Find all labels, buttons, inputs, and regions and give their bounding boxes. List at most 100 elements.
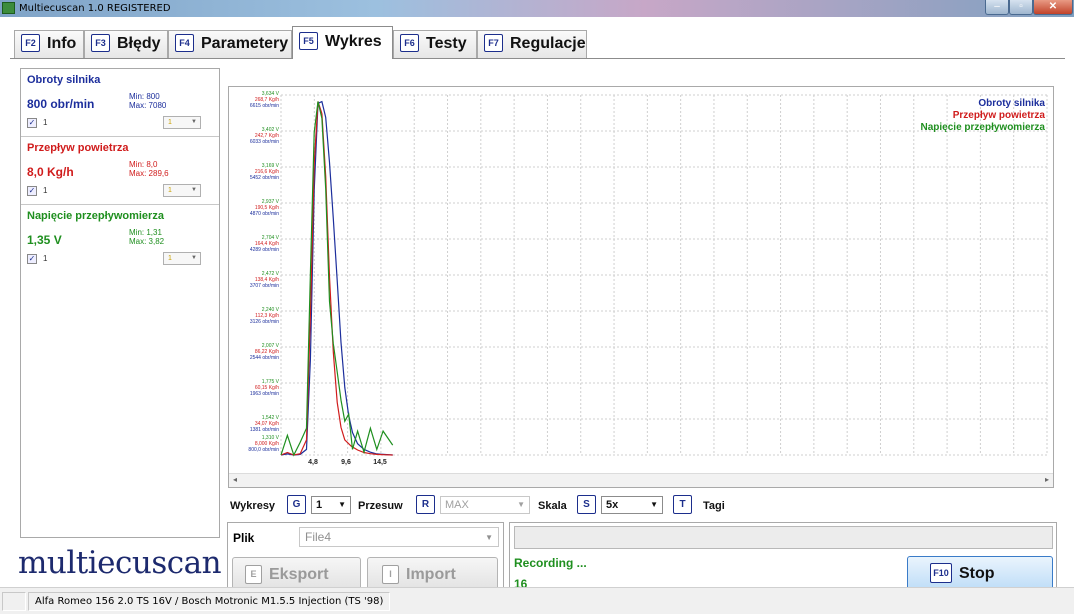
param-scale-select[interactable]: 1 ▼: [163, 252, 201, 265]
import-label: Import: [406, 566, 456, 583]
tab-key: F4: [175, 34, 194, 52]
param-scale-value: 1: [168, 255, 172, 262]
x-tick-label: 9,6: [341, 459, 351, 466]
tab-info[interactable]: F2 Info: [14, 30, 84, 58]
close-button[interactable]: ✕: [1033, 0, 1073, 15]
parameter-panel: Obroty silnika 800 obr/min Min: 800 Max:…: [20, 68, 220, 538]
recording-status: Recording ...: [514, 556, 587, 570]
y-tick-label-rpm: 5452 obr/min: [250, 175, 279, 181]
app-icon: [2, 2, 15, 14]
skala-select[interactable]: 5x ▼: [601, 496, 663, 514]
wykresy-value: 1: [316, 499, 323, 511]
y-tick-label-rpm: 3707 obr/min: [250, 283, 279, 289]
y-tick-label-rpm: 800,0 obr/min: [248, 447, 279, 453]
plik-select[interactable]: File4 ▼: [299, 527, 499, 547]
scroll-right-icon[interactable]: ▸: [1045, 475, 1049, 484]
param-check-label: 1: [43, 254, 48, 263]
chevron-down-icon: ▼: [338, 500, 346, 509]
param-scale-select[interactable]: 1 ▼: [163, 184, 201, 197]
y-tick-label-rpm: 6615 obr/min: [250, 103, 279, 109]
param-max: Max: 3,82: [129, 237, 165, 246]
przesuw-key[interactable]: R: [416, 495, 435, 514]
skala-key[interactable]: S: [577, 495, 596, 514]
plik-label: Plik: [233, 531, 255, 545]
tab-parametery[interactable]: F4 Parametery: [168, 30, 292, 58]
maximize-button[interactable]: ▫: [1009, 0, 1033, 15]
tab-label: Parametery: [201, 35, 289, 52]
param-max: Max: 289,6: [129, 169, 169, 178]
param-name: Obroty silnika: [27, 74, 101, 86]
param-checkbox[interactable]: ✓: [27, 118, 37, 128]
chart-controls: Wykresy G 1 ▼ Przesuw R MAX ▼ Skala S 5x ▼ …: [230, 495, 1060, 515]
tagi-label: Tagi: [703, 500, 725, 512]
param-name: Przepływ powietrza: [27, 142, 129, 154]
plik-value: File4: [305, 530, 332, 544]
tab-bledy[interactable]: F3 Błędy: [84, 30, 168, 58]
tab-key: F3: [91, 34, 110, 52]
param-name: Napięcie przepływomierza: [27, 210, 164, 222]
przesuw-select[interactable]: MAX ▼: [440, 496, 530, 514]
stop-label: Stop: [959, 565, 995, 582]
tab-key: F7: [484, 34, 503, 52]
chevron-down-icon: ▼: [650, 500, 658, 509]
y-tick-label-rpm: 2544 obr/min: [250, 355, 279, 361]
przesuw-value: MAX: [445, 499, 469, 511]
y-tick-label-rpm: 3126 obr/min: [250, 319, 279, 325]
tagi-key[interactable]: T: [673, 495, 692, 514]
tab-label: Info: [47, 35, 77, 52]
param-checkbox[interactable]: ✓: [27, 254, 37, 264]
param-checkbox[interactable]: ✓: [27, 186, 37, 196]
param-check-label: 1: [43, 118, 48, 127]
param-obroty[interactable]: Obroty silnika 800 obr/min Min: 800 Max:…: [21, 69, 219, 137]
stop-key: F10: [930, 563, 952, 583]
chart-scrollbar[interactable]: ◂ ▸: [229, 473, 1053, 487]
param-value: 800 obr/min: [27, 97, 95, 111]
y-tick-label-rpm: 4289 obr/min: [250, 247, 279, 253]
param-scale-value: 1: [168, 119, 172, 126]
skala-label: Skala: [538, 500, 567, 512]
param-przeplyw[interactable]: Przepływ powietrza 8,0 Kg/h Min: 8,0 Max…: [21, 137, 219, 205]
chart-legend: Obroty silnika Przepływ powietrza Napięc…: [921, 98, 1046, 134]
param-max: Max: 7080: [129, 101, 167, 110]
chevron-down-icon: ▼: [517, 500, 525, 509]
import-key: I: [382, 565, 399, 584]
export-label: Eksport: [269, 566, 329, 583]
client-area: F2 Info F3 Błędy F4 Parametery F5 Wykres F6 T…: [0, 17, 1074, 594]
param-check-label: 1: [43, 186, 48, 195]
tab-key: F6: [400, 34, 419, 52]
status-bar: Alfa Romeo 156 2.0 TS 16V / Bosch Motron…: [0, 587, 1074, 614]
param-value: 1,35 V: [27, 233, 62, 247]
param-min: Min: 8,0: [129, 160, 158, 169]
status-cell-empty: [2, 592, 26, 611]
przesuw-label: Przesuw: [358, 500, 403, 512]
y-tick-label-rpm: 1381 obr/min: [250, 427, 279, 433]
param-napiecie[interactable]: Napięcie przepływomierza 1,35 V Min: 1,3…: [21, 205, 219, 273]
window-title: Multiecuscan 1.0 REGISTERED: [19, 3, 171, 14]
wykresy-select[interactable]: 1 ▼: [311, 496, 351, 514]
file-panel: Plik File4 ▼ E Eksport I Import: [227, 522, 504, 594]
x-tick-label: 4,8: [308, 459, 318, 466]
vehicle-info: Alfa Romeo 156 2.0 TS 16V / Bosch Motron…: [28, 592, 391, 611]
chart: 3,634 V 268,7 Kg/h 6615 obr/min 3,402 V 242,…: [228, 86, 1054, 488]
wykresy-key[interactable]: G: [287, 495, 306, 514]
tab-label: Błędy: [117, 35, 161, 52]
tab-label: Testy: [426, 35, 467, 52]
tab-regulacje[interactable]: F7 Regulacje: [477, 30, 587, 58]
y-tick-label-rpm: 1963 obr/min: [250, 391, 279, 397]
recording-panel: Recording ... 16 F10 Stop: [509, 522, 1057, 594]
chevron-down-icon: ▼: [191, 255, 197, 261]
param-scale-select[interactable]: 1 ▼: [163, 116, 201, 129]
minimize-button[interactable]: ‒: [985, 0, 1009, 15]
legend-entry: Przepływ powietrza: [952, 110, 1045, 121]
tab-wykres[interactable]: F5 Wykres: [292, 26, 393, 59]
tab-divider: [10, 58, 1065, 59]
scroll-left-icon[interactable]: ◂: [233, 475, 237, 484]
tab-key: F5: [299, 32, 318, 50]
tab-label: Regulacje: [510, 35, 586, 52]
y-tick-label-rpm: 4870 obr/min: [250, 211, 279, 217]
param-scale-value: 1: [168, 187, 172, 194]
param-min: Min: 800: [129, 92, 160, 101]
y-tick-label-rpm: 6033 obr/min: [250, 139, 279, 145]
tab-testy[interactable]: F6 Testy: [393, 30, 477, 58]
title-bar: Multiecuscan 1.0 REGISTERED ‒ ▫ ✕: [0, 0, 1074, 17]
